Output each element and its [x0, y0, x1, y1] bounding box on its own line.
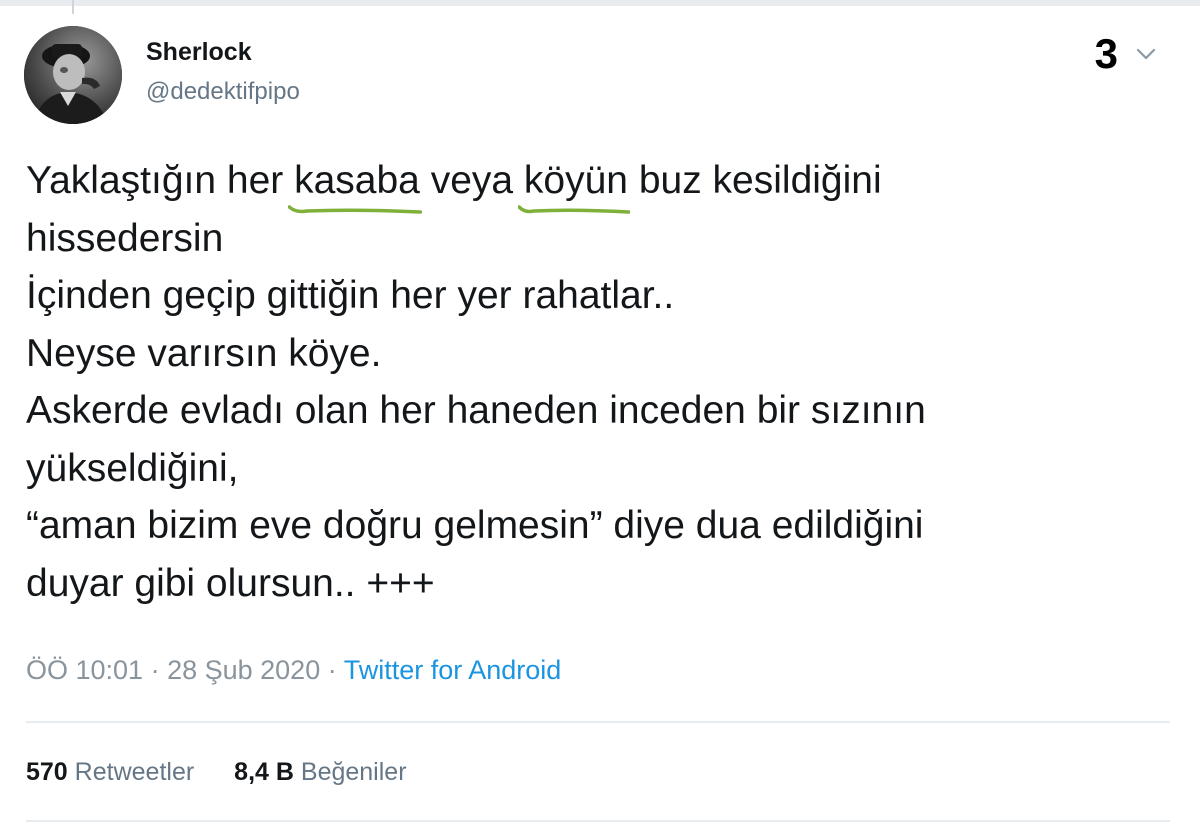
tweet-stats: 570 Retweetler 8,4 B Beğeniler: [26, 758, 407, 787]
tweet-meta: ÖÖ 10:01 · 28 Şub 2020 · Twitter for And…: [26, 655, 561, 686]
retweets-label: Retweetler: [74, 758, 195, 786]
tweet-text-line: duyar gibi olursun.. +++: [26, 555, 1166, 613]
tweet-text-line: Yaklaştığın her kasaba veya köyün buz ke…: [26, 152, 1166, 210]
likes-count: 8,4 B: [234, 758, 294, 786]
divider: [26, 820, 1170, 822]
retweets-count: 570: [26, 758, 68, 786]
green-underline-mark: [518, 202, 630, 216]
tweet-header: Sherlock @dedektifpipo 3: [24, 26, 1176, 126]
tweet-text-segment: İçinden geçip gittiğin her yer rahatlar.…: [26, 274, 675, 317]
tweet-text: Yaklaştığın her kasaba veya köyün buz ke…: [26, 152, 1166, 612]
tweet-text-line: İçinden geçip gittiğin her yer rahatlar.…: [26, 267, 1166, 325]
display-name[interactable]: Sherlock: [146, 38, 252, 67]
tweet-text-segment: Yaklaştığın her: [26, 159, 295, 202]
top-border-tick: [72, 0, 74, 14]
avatar-photo-icon: [24, 26, 122, 124]
tweet-text-segment: Askerde evladı olan her haneden inceden …: [26, 389, 926, 432]
highlighted-word: kasaba: [294, 152, 420, 210]
tweet-text-segment: yükseldiğini,: [26, 446, 239, 490]
divider: [26, 721, 1170, 723]
tweet-text-segment: buz kesildiğini: [628, 159, 882, 202]
tweet-source-link[interactable]: Twitter for Android: [344, 655, 562, 685]
tweet-text-segment: veya: [419, 159, 524, 202]
tweet-text-line: Askerde evladı olan her haneden inceden …: [26, 382, 1166, 440]
likes-stat[interactable]: 8,4 B Beğeniler: [234, 758, 406, 786]
number-annotation: 3: [1094, 30, 1118, 77]
likes-label: Beğeniler: [300, 758, 407, 786]
tweet-timestamp[interactable]: ÖÖ 10:01 · 28 Şub 2020 ·: [26, 655, 344, 685]
retweets-stat[interactable]: 570 Retweetler: [26, 758, 194, 786]
top-border: [0, 0, 1200, 6]
tweet-text-segment: hissedersin: [26, 216, 224, 260]
user-handle[interactable]: @dedektifpipo: [146, 78, 300, 106]
tweet-text-segment: “aman bizim eve doğru gelmesin” diye dua…: [26, 504, 924, 547]
tweet-text-line: “aman bizim eve doğru gelmesin” diye dua…: [26, 497, 1166, 555]
tweet-text-line: hissedersin: [26, 210, 1166, 268]
chevron-down-icon[interactable]: [1134, 44, 1158, 64]
avatar[interactable]: [24, 26, 122, 124]
tweet-text-line: yükseldiğini,: [26, 440, 1166, 498]
highlighted-word: köyün: [524, 152, 628, 210]
tweet-text-segment: Neyse varırsın köye.: [26, 331, 382, 375]
tweet-text-segment: duyar gibi olursun.. +++: [26, 561, 435, 605]
tweet-text-line: Neyse varırsın köye.: [26, 325, 1166, 383]
green-underline-mark: [288, 202, 422, 216]
